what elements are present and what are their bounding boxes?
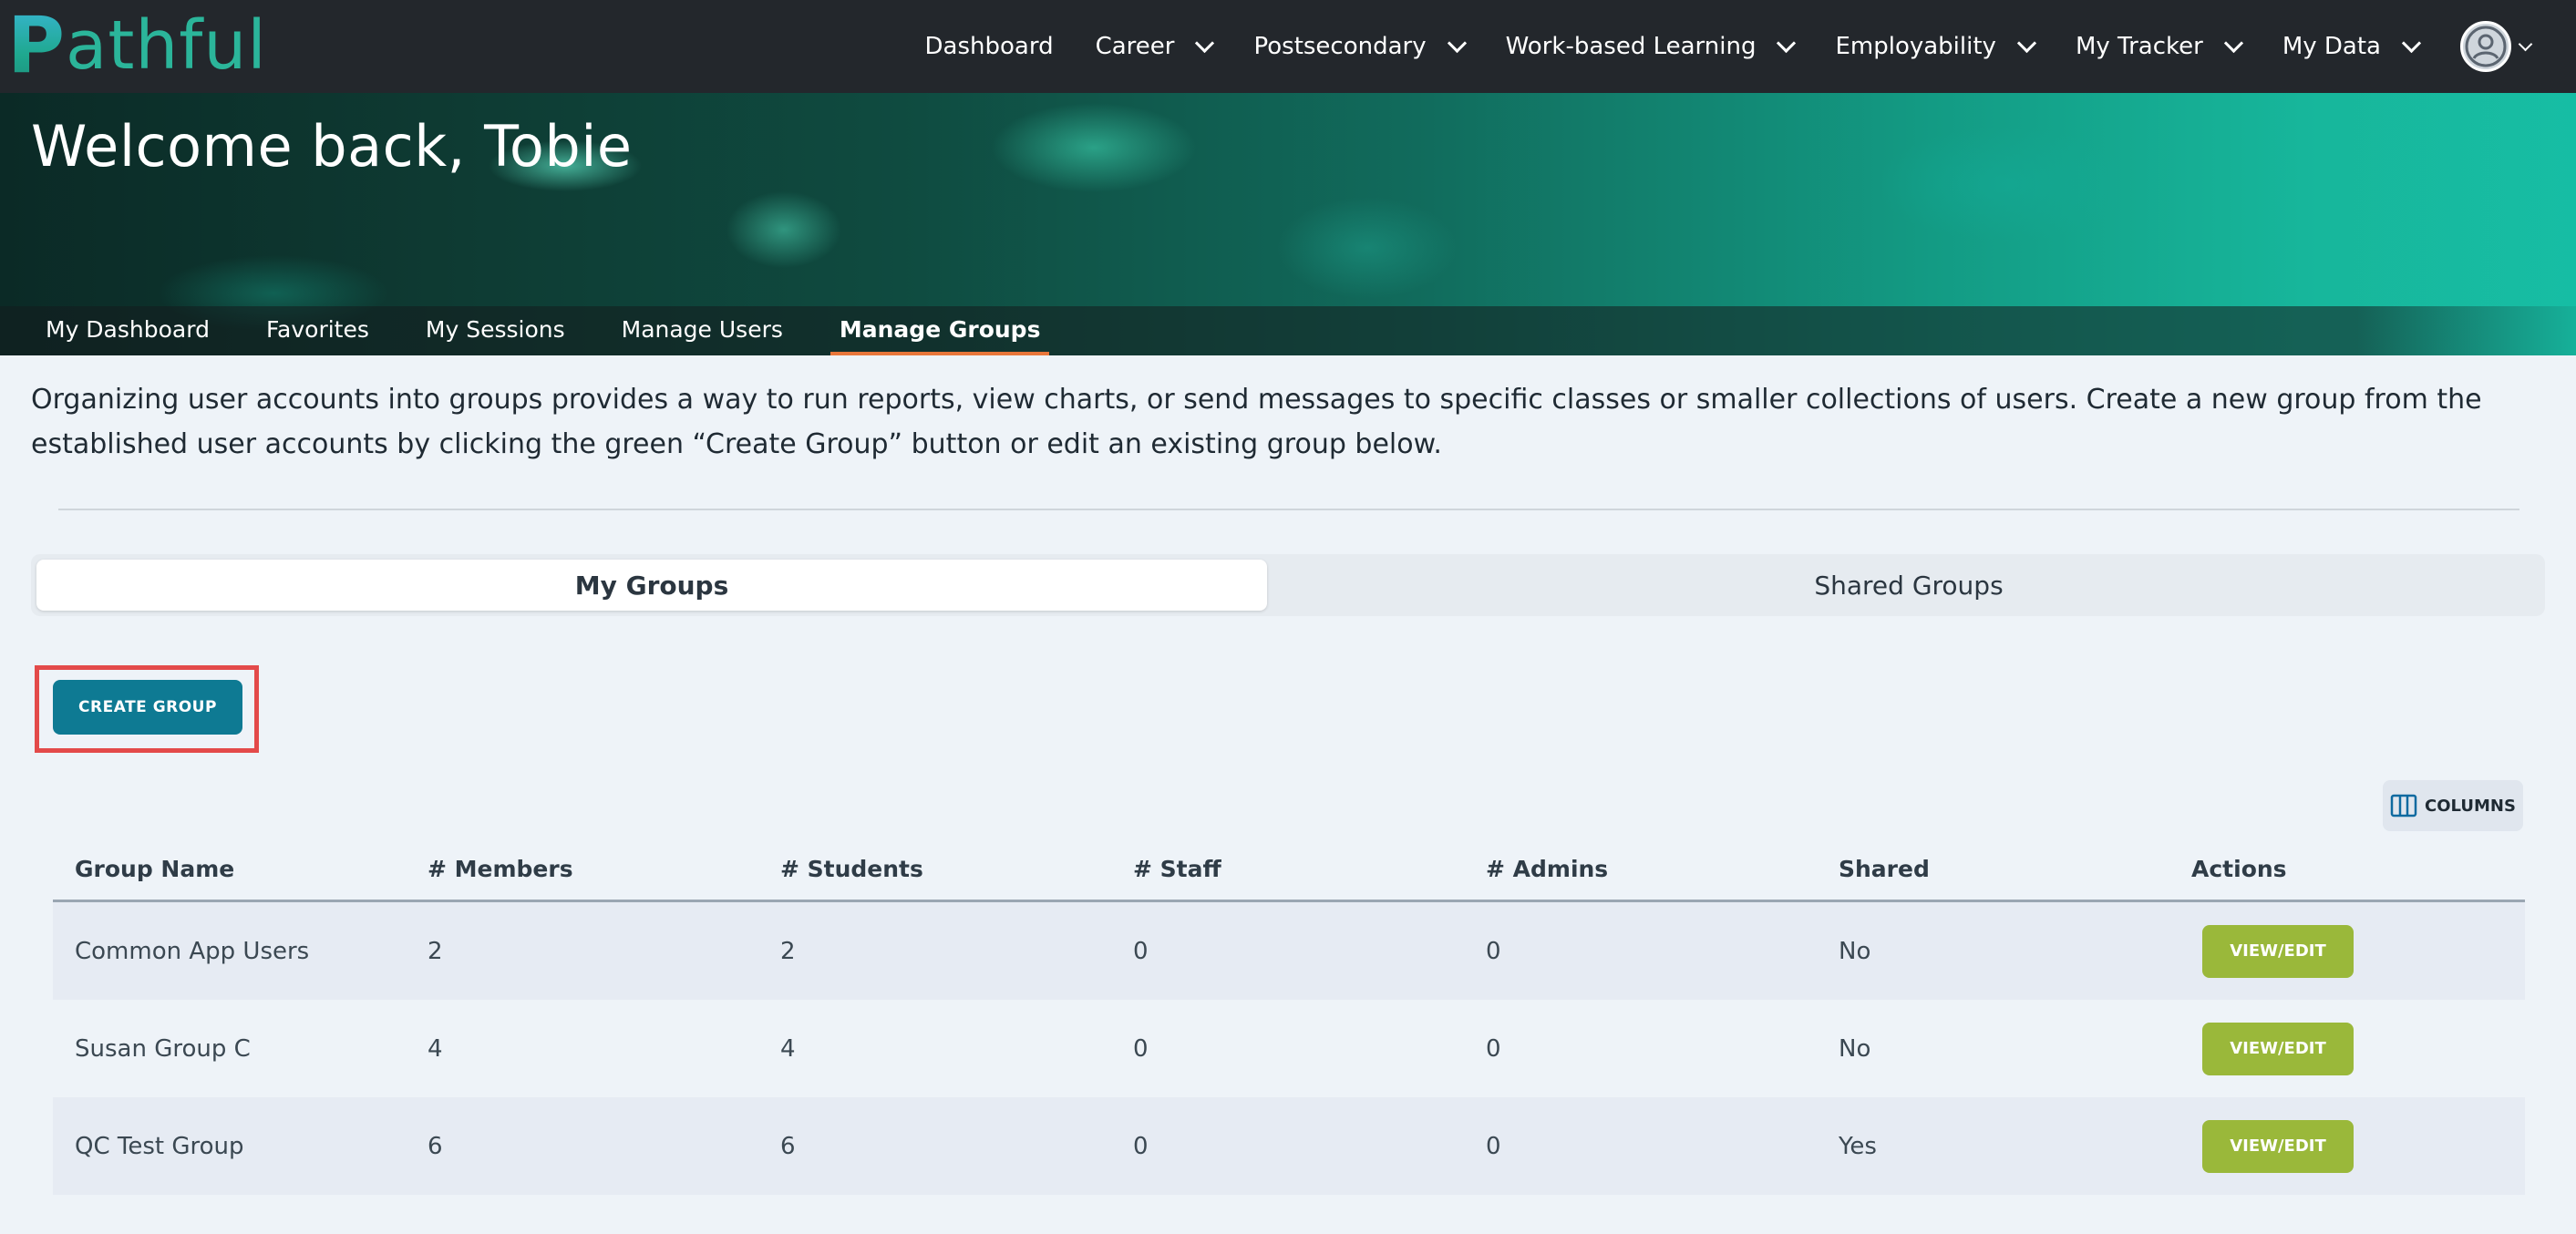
cell-students: 4 [780, 1034, 796, 1063]
chevron-down-icon [1777, 33, 1797, 53]
user-circle-icon[interactable] [2460, 21, 2511, 72]
create-group-button[interactable]: CREATE GROUP [53, 680, 242, 735]
subnav-my-sessions[interactable]: My Sessions [417, 316, 574, 355]
cell-actions: VIEW/EDIT [2169, 924, 2525, 978]
chevron-down-icon [2401, 33, 2422, 53]
view-edit-button[interactable]: VIEW/EDIT [2202, 1119, 2354, 1173]
cell-admins: 0 [1486, 1034, 1501, 1063]
chevron-down-icon [1447, 33, 1467, 53]
section-divider [58, 509, 2519, 510]
nav-postsecondary-label: Postsecondary [1253, 33, 1427, 60]
logo-text: athful [66, 6, 267, 85]
columns-label: COLUMNS [2425, 796, 2516, 816]
welcome-heading: Welcome back, Tobie [31, 113, 633, 180]
columns-button[interactable]: COLUMNS [2383, 780, 2523, 831]
nav-my-data[interactable]: My Data [2282, 33, 2422, 60]
nav-dashboard[interactable]: Dashboard [925, 33, 1054, 60]
cell-shared: Yes [1839, 1132, 1877, 1160]
chevron-down-icon [2016, 33, 2037, 53]
cell-members: 2 [428, 937, 443, 965]
pathful-logo[interactable]: Pathful [7, 0, 267, 91]
main-menu: Dashboard Career Postsecondary Work-base… [925, 0, 2576, 93]
nav-work-based-learning-label: Work-based Learning [1505, 33, 1757, 60]
cell-shared: No [1839, 937, 1871, 965]
chevron-down-icon [2518, 36, 2533, 51]
top-navigation-bar: Pathful Dashboard Career Postsecondary W… [0, 0, 2576, 93]
cell-staff: 0 [1133, 1034, 1149, 1063]
dashboard-subnav: My Dashboard Favorites My Sessions Manag… [0, 306, 2576, 355]
tab-shared-groups[interactable]: Shared Groups [1276, 560, 2541, 611]
chevron-down-icon [2223, 33, 2243, 53]
cell-actions: VIEW/EDIT [2169, 1022, 2525, 1075]
tab-my-groups[interactable]: My Groups [36, 560, 1267, 611]
cell-admins: 0 [1486, 937, 1501, 965]
cell-group-name: QC Test Group [75, 1132, 244, 1160]
table-row: QC Test Group 6 6 0 0 Yes VIEW/EDIT [53, 1097, 2525, 1195]
header-admins[interactable]: # Admins [1464, 856, 1817, 882]
nav-work-based-learning[interactable]: Work-based Learning [1505, 33, 1797, 60]
cell-admins: 0 [1486, 1132, 1501, 1160]
view-edit-button[interactable]: VIEW/EDIT [2202, 924, 2354, 978]
nav-my-tracker-label: My Tracker [2075, 33, 2203, 60]
table-row: Common App Users 2 2 0 0 No VIEW/EDIT [53, 902, 2525, 1000]
cell-shared: No [1839, 1034, 1871, 1063]
user-menu[interactable] [2460, 21, 2533, 72]
cell-members: 4 [428, 1034, 443, 1063]
nav-employability-label: Employability [1835, 33, 1996, 60]
nav-career-label: Career [1095, 33, 1175, 60]
chevron-down-icon [1195, 33, 1215, 53]
view-edit-button[interactable]: VIEW/EDIT [2202, 1022, 2354, 1075]
group-tabs: My Groups Shared Groups [31, 554, 2545, 616]
cell-members: 6 [428, 1132, 443, 1160]
table-row: Susan Group C 4 4 0 0 No VIEW/EDIT [53, 1000, 2525, 1097]
logo-initial: P [7, 0, 67, 91]
columns-icon [2390, 794, 2417, 818]
page-description: Organizing user accounts into groups pro… [31, 384, 2482, 460]
nav-my-tracker[interactable]: My Tracker [2075, 33, 2243, 60]
cell-group-name: Susan Group C [75, 1034, 251, 1063]
nav-career[interactable]: Career [1095, 33, 1215, 60]
cell-students: 2 [780, 937, 796, 965]
header-actions: Actions [2191, 856, 2287, 882]
nav-postsecondary[interactable]: Postsecondary [1253, 33, 1467, 60]
subnav-manage-groups[interactable]: Manage Groups [829, 316, 1050, 355]
header-shared[interactable]: Shared [1817, 856, 2169, 882]
table-header: Group Name # Members # Students # Staff … [53, 838, 2525, 902]
header-members[interactable]: # Members [406, 856, 758, 882]
groups-table: Group Name # Members # Students # Staff … [53, 838, 2525, 1195]
subnav-my-dashboard[interactable]: My Dashboard [36, 316, 219, 355]
subnav-manage-users[interactable]: Manage Users [613, 316, 792, 355]
cell-staff: 0 [1133, 937, 1149, 965]
nav-my-data-label: My Data [2282, 33, 2381, 60]
nav-dashboard-label: Dashboard [924, 33, 1054, 60]
header-staff[interactable]: # Staff [1111, 856, 1464, 882]
nav-employability[interactable]: Employability [1835, 33, 2037, 60]
cell-group-name: Common App Users [75, 937, 310, 965]
header-students[interactable]: # Students [758, 856, 1111, 882]
header-group-name[interactable]: Group Name [53, 856, 406, 882]
cell-staff: 0 [1133, 1132, 1149, 1160]
welcome-banner: Welcome back, Tobie My Dashboard Favorit… [0, 93, 2576, 355]
cell-actions: VIEW/EDIT [2169, 1119, 2525, 1173]
subnav-favorites[interactable]: Favorites [257, 316, 378, 355]
cell-students: 6 [780, 1132, 796, 1160]
